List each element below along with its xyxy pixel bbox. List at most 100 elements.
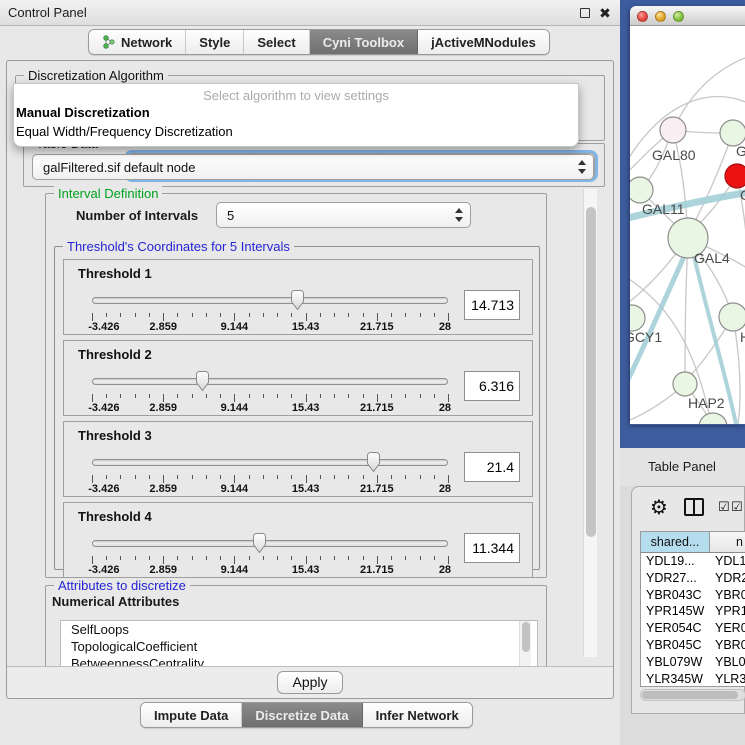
threshold-value-field[interactable]: 6.316	[464, 371, 520, 401]
slider-tick-label: 21.715	[360, 321, 394, 333]
tab-label: Infer Network	[376, 708, 459, 723]
cyni-toolbox-panel: Discretization Algorithm Select algorith…	[6, 60, 614, 699]
threshold-value-field[interactable]: 21.4	[464, 452, 520, 482]
node-attribute-table[interactable]: shared...n YDL19...YDL1YDR27...YDR2YBR04…	[640, 531, 745, 687]
slider-tick-label: 2.859	[149, 321, 177, 333]
slider-ticks	[92, 556, 448, 564]
table-row[interactable]: YPR145WYPR1	[641, 603, 745, 620]
network-graph: GAL80GACGAL11GAL4GCY1HHAP2	[630, 26, 745, 424]
table-cell: YBR043C	[641, 587, 710, 604]
table-panel-title: Table Panel	[648, 459, 716, 474]
network-node-c[interactable]	[725, 164, 745, 188]
num-intervals-select[interactable]: 5	[216, 202, 471, 228]
zoom-traffic-light-icon[interactable]	[673, 11, 684, 22]
threshold-value-field[interactable]: 14.713	[464, 290, 520, 320]
node-label: HAP2	[688, 395, 725, 411]
table-cell: YBL0	[710, 654, 745, 671]
tab-impute-data[interactable]: Impute Data	[141, 703, 242, 727]
tab-jactivemnodules[interactable]: jActiveMNodules	[418, 30, 549, 54]
settings-scrollbar[interactable]	[583, 189, 597, 657]
tab-label: Cyni Toolbox	[323, 35, 404, 50]
slider-tick-label: 21.715	[360, 564, 394, 576]
node-label: C	[740, 187, 745, 203]
node-label: GAL4	[694, 250, 730, 266]
table-column-header[interactable]: shared...	[641, 532, 710, 552]
table-cell: YPR1	[710, 603, 745, 620]
float-window-icon[interactable]	[578, 6, 592, 20]
table-data-select[interactable]: galFiltered.sif default node	[32, 154, 594, 180]
node-label: GAL11	[642, 201, 685, 217]
tab-label: jActiveMNodules	[431, 35, 536, 50]
threshold-slider[interactable]: -3.4262.8599.14415.4321.71528	[92, 532, 448, 576]
tab-label: Discretize Data	[255, 708, 348, 723]
table-column-header[interactable]: n	[710, 532, 745, 552]
table-row[interactable]: YBR045CYBR0	[641, 637, 745, 654]
tab-discretize-data[interactable]: Discretize Data	[242, 703, 362, 727]
network-node[interactable]	[699, 413, 727, 424]
tab-cyni-toolbox[interactable]: Cyni Toolbox	[310, 30, 418, 54]
checkbox-checked-icon[interactable]: ☑	[731, 499, 743, 515]
table-row[interactable]: YDL19...YDL1	[641, 553, 745, 570]
slider-thumb[interactable]	[289, 290, 306, 311]
slider-tick-label: -3.426	[88, 483, 119, 495]
threshold-slider[interactable]: -3.4262.8599.14415.4321.71528	[92, 451, 448, 495]
table-row[interactable]: YLR345WYLR3	[641, 671, 745, 687]
tab-network[interactable]: Network	[89, 30, 186, 54]
dropdown-option[interactable]: Manual Discretization	[14, 104, 578, 123]
slider-thumb[interactable]	[365, 452, 382, 473]
close-icon[interactable]: ✖	[598, 6, 612, 20]
attributes-group: Attributes to discretize Numerical Attri…	[45, 585, 547, 669]
slider-thumb[interactable]	[194, 371, 211, 392]
slider-tick-label: -3.426	[88, 402, 119, 414]
close-traffic-light-icon[interactable]	[637, 11, 648, 22]
table-panel-header: Table Panel	[620, 448, 745, 486]
network-node-h[interactable]	[719, 303, 745, 331]
table-cell: YBL079W	[641, 654, 710, 671]
algorithm-dropdown-popup: Select algorithm to view settings Manual…	[13, 83, 579, 147]
table-cell: YBR045C	[641, 637, 710, 654]
list-item[interactable]: TopologicalCoefficient	[61, 638, 537, 655]
network-canvas[interactable]: GAL80GACGAL11GAL4GCY1HHAP2	[630, 26, 745, 424]
table-horizontal-scrollbar[interactable]	[640, 689, 745, 701]
num-intervals-value: 5	[227, 208, 234, 223]
slider-tick-label: 21.715	[360, 483, 394, 495]
threshold-slider[interactable]: -3.4262.8599.14415.4321.71528	[92, 370, 448, 414]
threshold-panel: Threshold 4-3.4262.8599.14415.4321.71528…	[63, 502, 533, 578]
column-layout-icon[interactable]	[684, 498, 704, 516]
checkbox-checked-icon[interactable]: ☑	[718, 499, 730, 515]
slider-track	[92, 540, 448, 547]
node-label: GA	[736, 143, 745, 159]
network-window-titlebar[interactable]	[630, 6, 745, 26]
network-node-gal11[interactable]	[630, 177, 653, 203]
numerical-attributes-list[interactable]: SelfLoopsTopologicalCoefficientBetweenne…	[60, 620, 538, 668]
slider-tick-label: 28	[439, 483, 451, 495]
slider-track	[92, 297, 448, 304]
network-node-hap2[interactable]	[673, 372, 697, 396]
table-row[interactable]: YER054CYER0	[641, 620, 745, 637]
table-toolbar: ⚙ ☑ ☑	[632, 487, 744, 531]
slider-tick-label: 21.715	[360, 402, 394, 414]
table-row[interactable]: YBR043CYBR0	[641, 587, 745, 604]
tab-style[interactable]: Style	[186, 30, 244, 54]
slider-tick-label: 28	[439, 402, 451, 414]
table-row[interactable]: YDR27...YDR2	[641, 570, 745, 587]
threshold-panel: Threshold 2-3.4262.8599.14415.4321.71528…	[63, 340, 533, 416]
dropdown-option[interactable]: Equal Width/Frequency Discretization	[14, 123, 578, 142]
minimize-traffic-light-icon[interactable]	[655, 11, 666, 22]
network-view-window[interactable]: GAL80GACGAL11GAL4GCY1HHAP2	[630, 6, 745, 425]
attributes-list-scrollbar[interactable]	[519, 621, 531, 667]
slider-tick-label: 9.144	[221, 564, 249, 576]
list-item[interactable]: SelfLoops	[61, 621, 537, 638]
table-row[interactable]: YBL079WYBL0	[641, 654, 745, 671]
tab-select[interactable]: Select	[244, 30, 309, 54]
threshold-value-field[interactable]: 11.344	[464, 533, 520, 563]
apply-button[interactable]: Apply	[277, 671, 343, 694]
gear-icon[interactable]: ⚙	[650, 495, 668, 520]
table-cell: YPR145W	[641, 603, 710, 620]
slider-thumb[interactable]	[251, 533, 268, 554]
threshold-slider[interactable]: -3.4262.8599.14415.4321.71528	[92, 289, 448, 333]
network-node-gcy1[interactable]	[630, 305, 645, 331]
tab-infer-network[interactable]: Infer Network	[363, 703, 472, 727]
network-node-gal80[interactable]	[660, 117, 686, 143]
tab-label: Style	[199, 35, 230, 50]
